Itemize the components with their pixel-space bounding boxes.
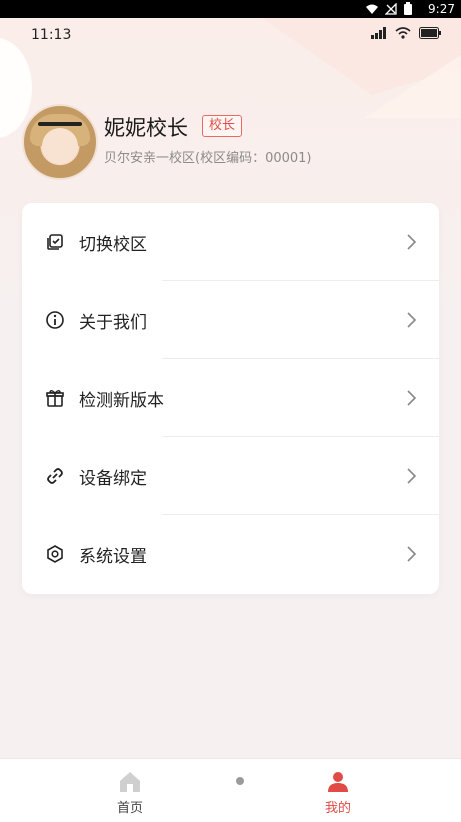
- cell-signal-icon: [371, 27, 386, 39]
- switch-campus-icon: [47, 234, 63, 250]
- info-icon: [46, 311, 64, 329]
- menu-card: 切换校区 关于我们 检测新版本 设备绑定 系统设置: [22, 203, 439, 594]
- signal-off-icon: [385, 3, 397, 15]
- menu-item-device-binding[interactable]: 设备绑定: [22, 437, 439, 515]
- menu-item-label: 系统设置: [79, 546, 147, 567]
- settings-icon: [47, 545, 63, 563]
- nav-mine[interactable]: 我的: [312, 769, 364, 817]
- menu-item-system-settings[interactable]: 系统设置: [22, 515, 439, 593]
- menu-item-label: 检测新版本: [79, 390, 164, 411]
- wifi-icon: [366, 4, 378, 14]
- wifi-icon: [395, 27, 411, 39]
- chevron-right-icon: [407, 312, 417, 328]
- home-icon: [120, 772, 140, 792]
- bottom-nav: 首页 我的: [0, 758, 461, 822]
- role-badge: 校长: [202, 115, 243, 137]
- user-icon: [328, 772, 348, 792]
- chevron-right-icon: [407, 546, 417, 562]
- avatar-face: [42, 128, 78, 164]
- menu-item-switch-campus[interactable]: 切换校区: [22, 203, 439, 281]
- app-status-bar: 11:13: [0, 18, 461, 52]
- link-icon: [47, 468, 63, 484]
- profile-name: 妮妮校长: [104, 116, 188, 140]
- chevron-right-icon: [407, 390, 417, 406]
- menu-item-label: 切换校区: [79, 234, 147, 255]
- menu-item-label: 关于我们: [79, 312, 147, 333]
- battery-icon: [404, 2, 412, 15]
- menu-item-label: 设备绑定: [79, 468, 147, 489]
- menu-item-check-version[interactable]: 检测新版本: [22, 359, 439, 437]
- gift-icon: [46, 390, 64, 407]
- avatar[interactable]: [22, 104, 98, 180]
- menu-item-about-us[interactable]: 关于我们: [22, 281, 439, 359]
- nav-home[interactable]: 首页: [104, 769, 156, 817]
- nav-home-label: 首页: [116, 801, 143, 816]
- app-status-time: 11:13: [31, 27, 72, 43]
- system-time: 9:27: [428, 2, 455, 16]
- system-icons: [365, 2, 413, 16]
- campus-info: 贝尔安亲一校区(校区编码：00001): [104, 151, 312, 166]
- system-status-bar: 9:27: [0, 0, 461, 18]
- battery-icon: [419, 27, 441, 39]
- nav-center-dot[interactable]: [236, 777, 244, 785]
- app-status-icons: [371, 27, 441, 39]
- chevron-right-icon: [407, 234, 417, 250]
- avatar-headband: [38, 122, 82, 126]
- nav-mine-label: 我的: [324, 801, 351, 816]
- chevron-right-icon: [407, 468, 417, 484]
